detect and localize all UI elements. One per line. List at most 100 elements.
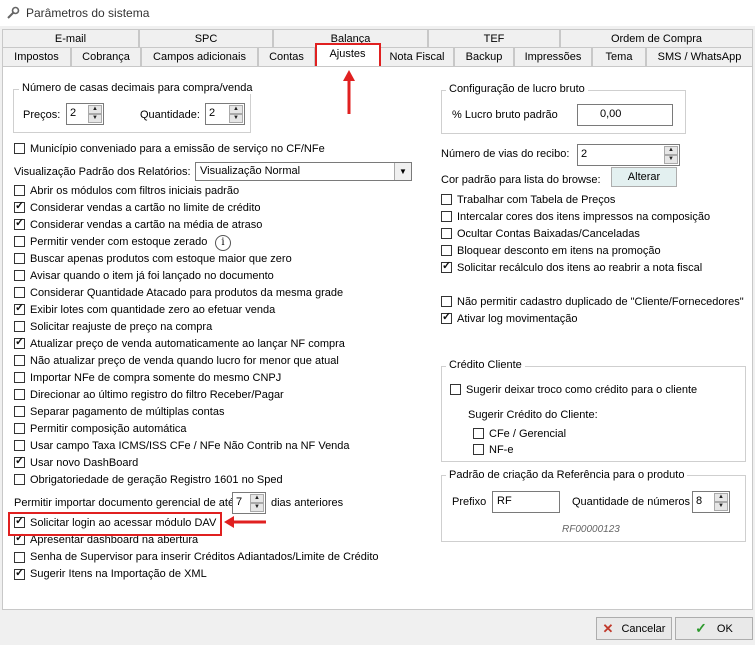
tab-tef[interactable]: TEF	[428, 29, 560, 48]
tab-campos-adicionais[interactable]: Campos adicionais	[141, 47, 258, 66]
option-checkbox[interactable]: Bloquear desconto em itens na promoção	[441, 243, 661, 258]
tab-contas[interactable]: Contas	[258, 47, 315, 66]
chevron-down-icon[interactable]: ▼	[394, 163, 411, 180]
checkbox-unchecked[interactable]	[14, 551, 25, 563]
checkbox-unchecked[interactable]	[14, 185, 25, 196]
checkbox-unchecked[interactable]	[14, 236, 25, 247]
option-checkbox[interactable]: Separar pagamento de múltiplas contas	[14, 404, 224, 419]
spin-up-icon[interactable]: ▲	[250, 494, 264, 503]
tab-backup[interactable]: Backup	[454, 47, 514, 66]
checkbox-checked[interactable]	[441, 260, 452, 273]
option-checkbox[interactable]: Direcionar ao último registro do filtro …	[14, 387, 284, 402]
precos-spinner[interactable]: 2 ▲ ▼	[66, 103, 104, 125]
option-checkbox[interactable]: Permitir vender com estoque zerado	[14, 234, 207, 249]
tab-tema[interactable]: Tema	[592, 47, 646, 66]
spin-down-icon[interactable]: ▼	[250, 503, 264, 512]
tab-nota-fiscal[interactable]: Nota Fiscal	[380, 47, 454, 66]
checkbox-unchecked[interactable]	[14, 474, 25, 485]
option-checkbox[interactable]: Não atualizar preço de venda quando lucr…	[14, 353, 339, 368]
option-checkbox[interactable]: Considerar vendas a cartão na média de a…	[14, 217, 262, 232]
option-checkbox[interactable]: Importar NFe de compra somente do mesmo …	[14, 370, 281, 385]
option-checkbox[interactable]: Exibir lotes com quantidade zero ao efet…	[14, 302, 275, 317]
checkbox-checked[interactable]	[441, 311, 452, 324]
cfe-gerencial-checkbox[interactable]: CFe / Gerencial	[473, 426, 566, 441]
option-checkbox[interactable]: Intercalar cores dos itens impressos na …	[441, 209, 710, 224]
lucro-label: % Lucro bruto padrão	[452, 109, 558, 121]
checkbox-unchecked[interactable]	[14, 440, 25, 451]
checkbox-unchecked[interactable]	[14, 355, 25, 366]
tab-email[interactable]: E-mail	[2, 29, 139, 48]
spin-up-icon[interactable]: ▲	[88, 105, 102, 114]
option-checkbox[interactable]: Considerar Quantidade Atacado para produ…	[14, 285, 343, 300]
cancel-button[interactable]: ✕ Cancelar	[596, 617, 672, 640]
spin-down-icon[interactable]: ▼	[88, 114, 102, 123]
tab-impostos[interactable]: Impostos	[2, 47, 71, 66]
checkbox-unchecked[interactable]	[14, 389, 25, 400]
tab-ordem-de-compra[interactable]: Ordem de Compra	[560, 29, 753, 48]
spin-down-icon[interactable]: ▼	[714, 502, 728, 511]
checkbox-unchecked[interactable]	[14, 423, 25, 434]
info-icon[interactable]: i	[215, 235, 231, 251]
alterar-color-button[interactable]: Alterar	[611, 167, 677, 187]
quantidade-spinner[interactable]: 2 ▲ ▼	[205, 103, 245, 125]
checkbox-checked[interactable]	[14, 302, 25, 315]
spin-up-icon[interactable]: ▲	[714, 493, 728, 502]
checkbox-checked[interactable]	[14, 217, 25, 230]
checkbox-box[interactable]	[14, 143, 25, 154]
qtd-numeros-spinner[interactable]: 8 ▲ ▼	[692, 491, 730, 513]
option-checkbox[interactable]: Sugerir Itens na Importação de XML	[14, 567, 207, 582]
option-checkbox[interactable]: Usar novo DashBoard	[14, 455, 138, 470]
tab-cobranca[interactable]: Cobrança	[71, 47, 141, 66]
option-checkbox[interactable]: Permitir composição automática	[14, 421, 187, 436]
checkbox-unchecked[interactable]	[441, 296, 452, 307]
checkbox-unchecked[interactable]	[441, 211, 452, 222]
option-checkbox[interactable]: Considerar vendas a cartão no limite de …	[14, 200, 261, 215]
spin-down-icon[interactable]: ▼	[229, 114, 243, 123]
checkbox-unchecked[interactable]	[14, 287, 25, 298]
checkbox-checked[interactable]	[14, 336, 25, 349]
tab-impressoes[interactable]: Impressões	[514, 47, 592, 66]
ok-button[interactable]: ✓ OK	[675, 617, 753, 640]
option-checkbox[interactable]: Solicitar reajuste de preço na compra	[14, 319, 212, 334]
spin-down-icon[interactable]: ▼	[664, 155, 678, 164]
checkbox-unchecked[interactable]	[14, 270, 25, 281]
nfe-checkbox[interactable]: NF-e	[473, 442, 513, 457]
prefixo-input[interactable]: RF	[492, 491, 560, 513]
checkbox-checked[interactable]	[14, 200, 25, 213]
checkbox-unchecked[interactable]	[441, 245, 452, 256]
option-checkbox[interactable]: Trabalhar com Tabela de Preços	[441, 192, 615, 207]
checkbox-label: Município conveniado para a emissão de s…	[30, 142, 325, 155]
option-checkbox[interactable]: Usar campo Taxa ICMS/ISS CFe / NFe Não C…	[14, 438, 350, 453]
vias-spinner[interactable]: 2 ▲ ▼	[577, 144, 680, 166]
checkbox-unchecked[interactable]	[14, 321, 25, 332]
option-checkbox[interactable]: Ativar log movimentação	[441, 311, 577, 326]
option-checkbox[interactable]: Senha de Supervisor para inserir Crédito…	[14, 550, 379, 565]
option-checkbox[interactable]: Buscar apenas produtos com estoque maior…	[14, 251, 292, 266]
option-checkbox[interactable]: Obrigatoriedade de geração Registro 1601…	[14, 472, 283, 487]
lucro-input[interactable]: 0,00	[577, 104, 673, 126]
option-checkbox[interactable]: Abrir os módulos com filtros iniciais pa…	[14, 183, 239, 198]
checkbox-box[interactable]	[450, 384, 461, 395]
option-checkbox[interactable]: Ocultar Contas Baixadas/Canceladas	[441, 226, 640, 241]
checkbox-unchecked[interactable]	[441, 228, 452, 239]
checkbox-box[interactable]	[473, 444, 484, 455]
municipio-checkbox[interactable]: Município conveniado para a emissão de s…	[14, 141, 325, 156]
option-checkbox[interactable]: Não permitir cadastro duplicado de "Clie…	[441, 294, 744, 309]
tab-sms-whatsapp[interactable]: SMS / WhatsApp	[646, 47, 753, 66]
spin-up-icon[interactable]: ▲	[664, 146, 678, 155]
tab-spc[interactable]: SPC	[139, 29, 273, 48]
option-checkbox[interactable]: Solicitar recálculo dos itens ao reabrir…	[441, 260, 702, 275]
checkbox-checked[interactable]	[14, 567, 25, 580]
checkbox-unchecked[interactable]	[14, 253, 25, 264]
report-view-select[interactable]: Visualização Normal ▼	[195, 162, 412, 181]
checkbox-unchecked[interactable]	[14, 372, 25, 383]
option-checkbox[interactable]: Atualizar preço de venda automaticamente…	[14, 336, 345, 351]
checkbox-unchecked[interactable]	[14, 406, 25, 417]
checkbox-checked[interactable]	[14, 455, 25, 468]
import-days-spinner[interactable]: 7 ▲ ▼	[232, 492, 266, 514]
option-checkbox[interactable]: Avisar quando o item já foi lançado no d…	[14, 268, 274, 283]
troco-checkbox[interactable]: Sugerir deixar troco como crédito para o…	[450, 382, 697, 397]
checkbox-box[interactable]	[473, 428, 484, 439]
checkbox-unchecked[interactable]	[441, 194, 452, 205]
spin-up-icon[interactable]: ▲	[229, 105, 243, 114]
